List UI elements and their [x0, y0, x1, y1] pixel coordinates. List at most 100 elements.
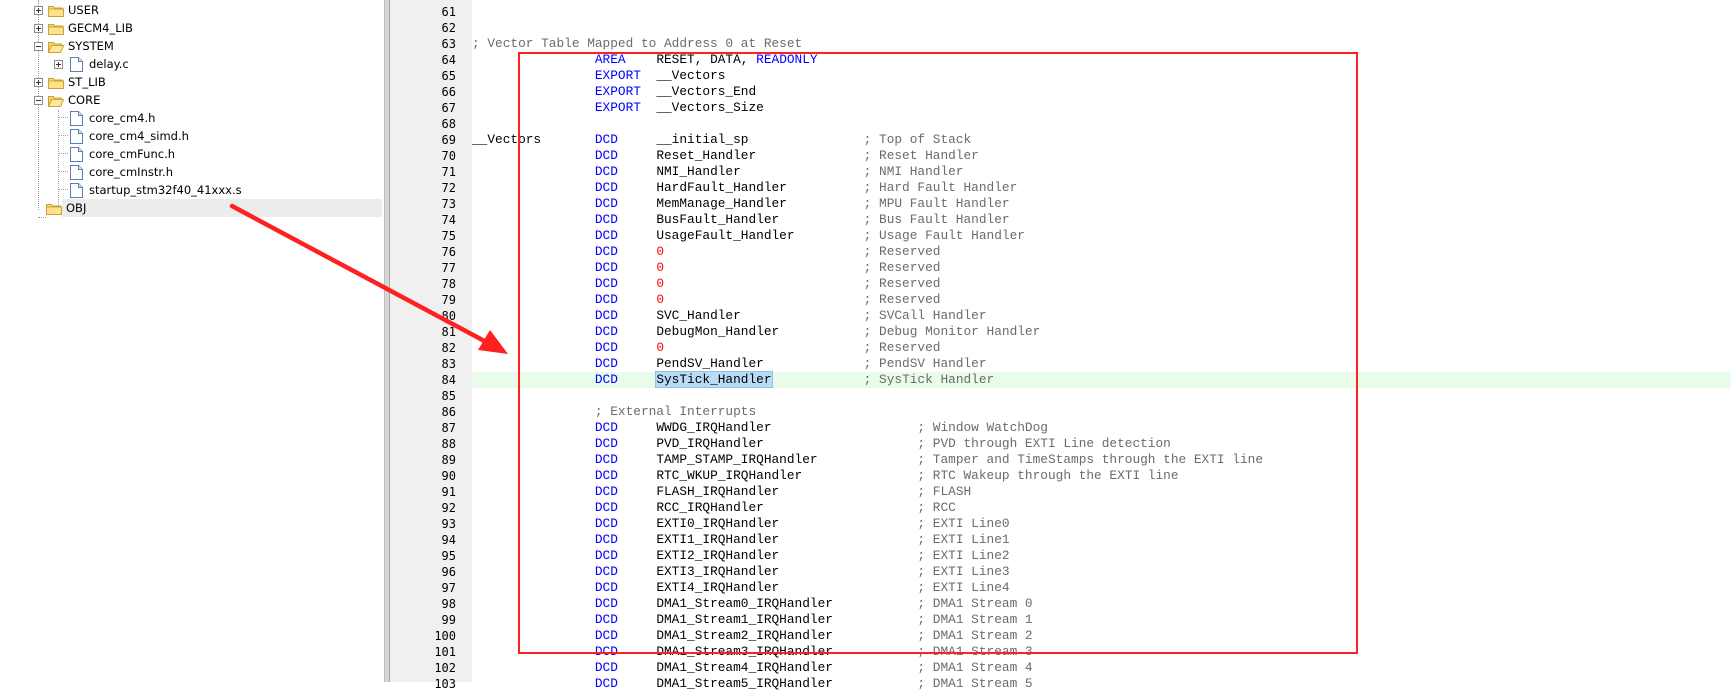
code-keyword: DCD	[594, 516, 657, 531]
code-line[interactable]: DCD 0 ; Reserved	[472, 340, 941, 356]
tree-folder-item[interactable]: OBJ	[46, 198, 86, 218]
code-keyword: DCD	[594, 436, 657, 451]
code-line[interactable]: DCD EXTI2_IRQHandler ; EXTI Line2	[472, 548, 1010, 564]
line-number: 65	[441, 69, 456, 83]
tree-file-item[interactable]: core_cm4.h	[70, 108, 155, 128]
code-line[interactable]: DCD DMA1_Stream1_IRQHandler ; DMA1 Strea…	[472, 612, 1033, 628]
tree-file-item[interactable]: core_cmInstr.h	[70, 162, 173, 182]
code-comment: ; EXTI Line3	[917, 564, 1010, 579]
code-token: EXTI2_IRQHandler	[656, 548, 918, 563]
code-line[interactable]: DCD PendSV_Handler ; PendSV Handler	[472, 356, 987, 372]
collapse-icon[interactable]	[34, 41, 43, 51]
code-line[interactable]: DCD DebugMon_Handler ; Debug Monitor Han…	[472, 324, 1040, 340]
code-line[interactable]: DCD EXTI0_IRQHandler ; EXTI Line0	[472, 516, 1010, 532]
code-token: DMA1_Stream0_IRQHandler	[656, 596, 918, 611]
code-comment: ; NMI Handler	[863, 164, 964, 179]
code-line[interactable]: DCD SVC_Handler ; SVCall Handler	[472, 308, 987, 324]
code-line[interactable]: DCD 0 ; Reserved	[472, 260, 941, 276]
tree-item-label: delay.c	[89, 57, 129, 71]
code-comment: ; Hard Fault Handler	[863, 180, 1018, 195]
code-line[interactable]: DCD DMA1_Stream0_IRQHandler ; DMA1 Strea…	[472, 596, 1033, 612]
code-line[interactable]: DCD EXTI1_IRQHandler ; EXTI Line1	[472, 532, 1010, 548]
line-number: 92	[441, 501, 456, 515]
code-line[interactable]: DCD DMA1_Stream4_IRQHandler ; DMA1 Strea…	[472, 660, 1033, 676]
code-line[interactable]: DCD EXTI3_IRQHandler ; EXTI Line3	[472, 564, 1010, 580]
line-number: 87	[441, 421, 456, 435]
expand-icon[interactable]	[34, 23, 43, 33]
line-number: 85	[441, 389, 456, 403]
code-line[interactable]: ; External Interrupts	[472, 404, 756, 420]
tree-item-label: core_cmInstr.h	[89, 165, 173, 179]
code-line[interactable]: DCD UsageFault_Handler ; Usage Fault Han…	[472, 228, 1025, 244]
line-number: 75	[441, 229, 456, 243]
code-keyword: DCD	[594, 244, 657, 259]
code-line[interactable]: DCD NMI_Handler ; NMI Handler	[472, 164, 964, 180]
code-line[interactable]: EXPORT __Vectors_End	[472, 84, 756, 100]
tree-folder-item[interactable]: USER	[34, 0, 99, 20]
code-token: EXTI1_IRQHandler	[656, 532, 918, 547]
expand-icon[interactable]	[34, 77, 43, 87]
code-line[interactable]: DCD RTC_WKUP_IRQHandler ; RTC Wakeup thr…	[472, 468, 1179, 484]
code-line[interactable]: DCD FLASH_IRQHandler ; FLASH	[472, 484, 971, 500]
tree-file-item[interactable]: delay.c	[54, 54, 129, 74]
line-number: 64	[441, 53, 456, 67]
code-line[interactable]: DCD WWDG_IRQHandler ; Window WatchDog	[472, 420, 1048, 436]
code-comment: ; EXTI Line1	[917, 532, 1010, 547]
code-keyword: DCD	[594, 356, 657, 371]
code-comment: ; DMA1 Stream 4	[917, 660, 1033, 675]
tree-file-item[interactable]: startup_stm32f40_41xxx.s	[70, 180, 242, 200]
code-comment: ; Debug Monitor Handler	[863, 324, 1041, 339]
code-line[interactable]: DCD Reset_Handler ; Reset Handler	[472, 148, 979, 164]
code-line[interactable]: ; Vector Table Mapped to Address 0 at Re…	[472, 36, 802, 52]
code-line[interactable]: DCD 0 ; Reserved	[472, 276, 941, 292]
tree-folder-item[interactable]: CORE	[34, 90, 100, 110]
code-line[interactable]: DCD BusFault_Handler ; Bus Fault Handler	[472, 212, 1010, 228]
code-line[interactable]: __Vectors DCD __initial_sp ; Top of Stac…	[472, 132, 971, 148]
code-line[interactable]: DCD 0 ; Reserved	[472, 292, 941, 308]
line-number: 96	[441, 565, 456, 579]
code-line[interactable]: DCD TAMP_STAMP_IRQHandler ; Tamper and T…	[472, 452, 1263, 468]
line-number: 84	[441, 373, 456, 387]
tree-file-item[interactable]: core_cm4_simd.h	[70, 126, 189, 146]
code-keyword: DCD	[594, 564, 657, 579]
code-keyword: DCD	[594, 660, 657, 675]
line-number: 83	[441, 357, 456, 371]
line-number: 62	[441, 21, 456, 35]
collapse-icon[interactable]	[34, 95, 43, 105]
tree-folder-item[interactable]: SYSTEM	[34, 36, 114, 56]
code-token: NMI_Handler	[656, 164, 864, 179]
tree-folder-item[interactable]: ST_LIB	[34, 72, 106, 92]
code-line[interactable]: DCD SysTick_Handler ; SysTick Handler	[472, 371, 994, 388]
line-number: 67	[441, 101, 456, 115]
code-token: __Vectors	[472, 132, 595, 147]
code-line[interactable]: DCD PVD_IRQHandler ; PVD through EXTI Li…	[472, 436, 1171, 452]
code-line[interactable]: EXPORT __Vectors_Size	[472, 100, 764, 116]
expand-icon[interactable]	[54, 59, 63, 69]
code-line[interactable]: EXPORT __Vectors	[472, 68, 726, 84]
code-keyword: DCD	[594, 324, 657, 339]
code-line[interactable]: DCD EXTI4_IRQHandler ; EXTI Line4	[472, 580, 1010, 596]
code-line[interactable]: DCD 0 ; Reserved	[472, 244, 941, 260]
code-line[interactable]: DCD MemManage_Handler ; MPU Fault Handle…	[472, 196, 1010, 212]
expand-icon[interactable]	[34, 5, 43, 15]
code-line[interactable]: DCD HardFault_Handler ; Hard Fault Handl…	[472, 180, 1017, 196]
code-line[interactable]: DCD DMA1_Stream2_IRQHandler ; DMA1 Strea…	[472, 628, 1033, 644]
line-number: 101	[434, 645, 456, 659]
tree-file-item[interactable]: core_cmFunc.h	[70, 144, 175, 164]
tree-folder-item[interactable]: GECM4_LIB	[34, 18, 133, 38]
code-line[interactable]: DCD DMA1_Stream5_IRQHandler ; DMA1 Strea…	[472, 676, 1033, 692]
code-line[interactable]: DCD DMA1_Stream3_IRQHandler ; DMA1 Strea…	[472, 644, 1033, 660]
code-line[interactable]: AREA RESET, DATA, READONLY	[472, 52, 818, 68]
tree-line	[58, 110, 59, 208]
code-line[interactable]: DCD RCC_IRQHandler ; RCC	[472, 500, 956, 516]
